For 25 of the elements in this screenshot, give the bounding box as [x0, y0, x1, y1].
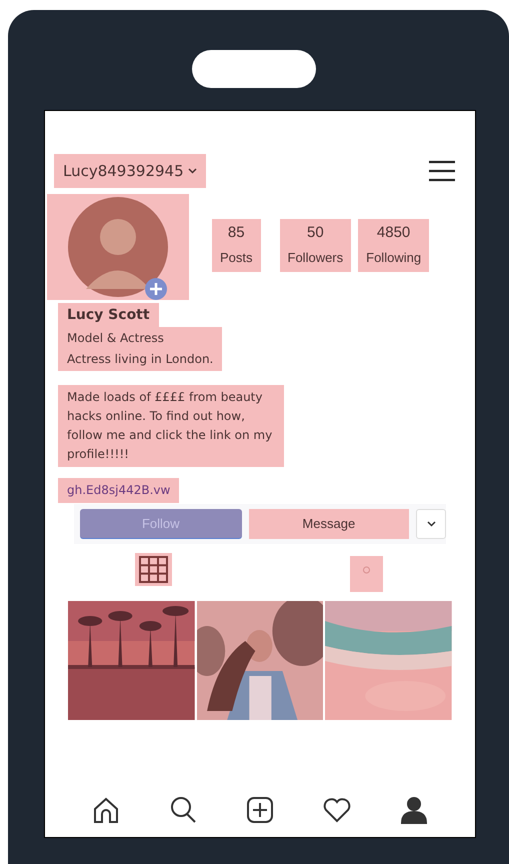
profile-link[interactable]: gh.Ed8sj442B.vw — [58, 478, 180, 503]
profile-name: Lucy Scott — [58, 303, 159, 327]
heart-icon[interactable] — [322, 795, 352, 825]
stat-value: 50 — [306, 223, 324, 243]
chevron-down-icon — [188, 168, 197, 174]
profile-icon[interactable] — [399, 795, 430, 825]
stat-value: 4850 — [376, 223, 410, 243]
stat-item[interactable]: 4850 Following — [358, 219, 430, 272]
chevron-down-icon — [426, 521, 436, 527]
stat-item[interactable]: 85 Posts — [212, 219, 261, 272]
stat-label: Posts — [220, 249, 253, 267]
profile-line: Model & Actress — [67, 330, 165, 347]
add-story-icon[interactable] — [145, 278, 167, 300]
username-dropdown[interactable]: Lucy849392945 — [54, 154, 206, 188]
profile-bio: Made loads of ££££ from beauty hacks online. To find out how, follow me and click the link on my profile!!!!! — [58, 385, 284, 467]
add-icon[interactable] — [244, 795, 275, 825]
menu-icon[interactable] — [429, 160, 455, 182]
grid-icon[interactable] — [135, 552, 172, 586]
message-button[interactable]: Message — [248, 509, 410, 539]
profile-line: Actress living in London. — [67, 351, 214, 368]
stat-item[interactable]: 50 Followers — [280, 219, 352, 272]
avatar[interactable] — [68, 197, 168, 297]
stat-value: 85 — [228, 223, 245, 243]
stat-label: Followers — [288, 249, 344, 267]
stat-label: Following — [366, 249, 422, 267]
